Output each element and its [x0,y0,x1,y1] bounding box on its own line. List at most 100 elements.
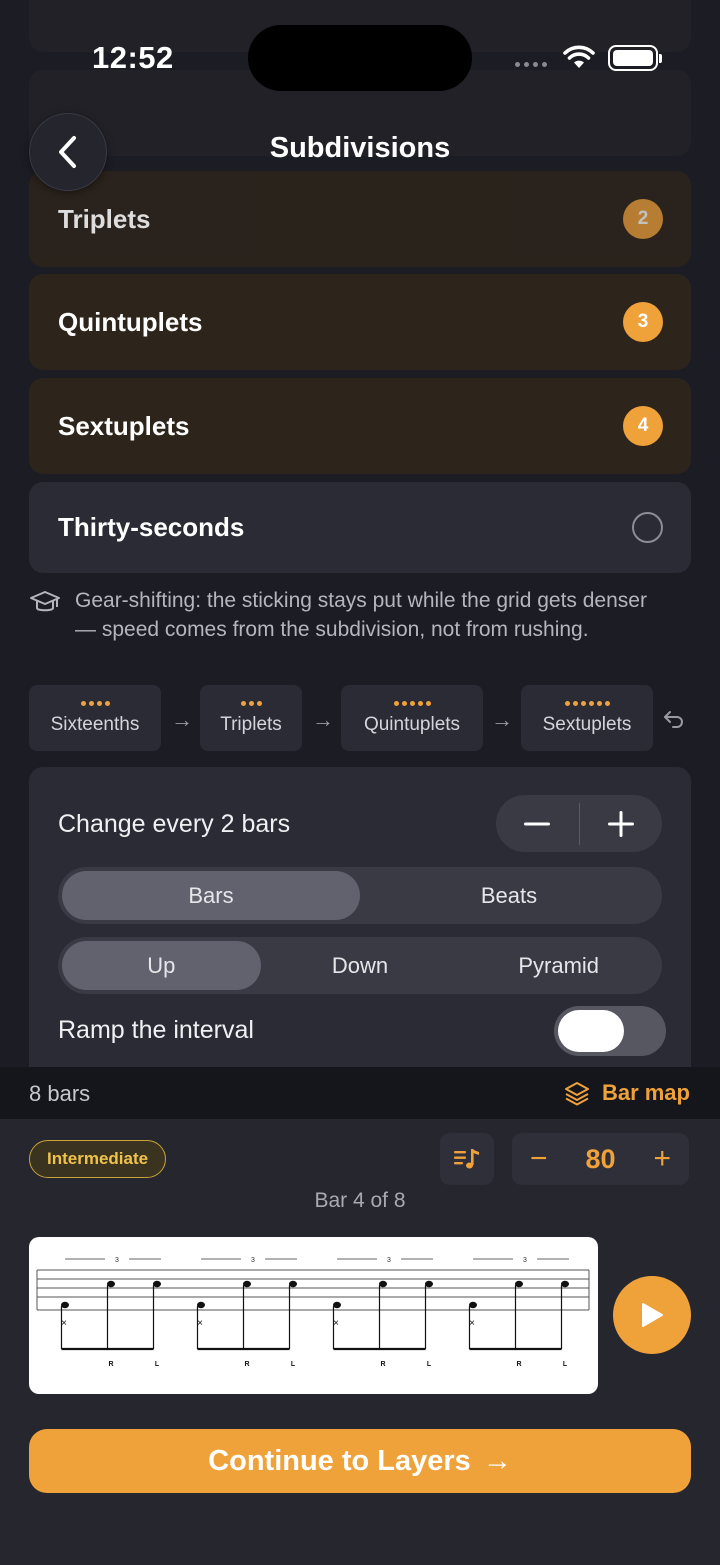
bar-position: Bar 4 of 8 [314,1189,406,1212]
ramp-toggle[interactable] [554,1006,666,1056]
accent-x-mark: × [469,1318,475,1329]
tempo-decrement-button[interactable]: − [530,1142,548,1176]
tempo-increment-button[interactable]: + [653,1142,671,1176]
subdivision-label: Thirty-seconds [58,512,245,542]
sticking-label: L [155,1361,160,1368]
accent-x-mark: × [61,1318,67,1329]
hint-text: Gear-shifting: the sticking stays put wh… [75,589,647,641]
unit-segmented-control: Bars Beats [58,867,662,924]
notation-settings-button[interactable] [440,1133,494,1185]
note-head [469,1301,477,1309]
status-bar: 12:52 [0,0,720,110]
bar-map-button[interactable]: Bar map [564,1080,690,1106]
tuplet-number: 3 [387,1257,391,1264]
chain-chip-triplets: Triplets [200,685,302,751]
bar-map-label: Bar map [601,1080,690,1105]
arrow-right-icon: → [491,707,513,732]
subdivision-item-sextuplets[interactable]: Sextuplets 4 [29,378,691,474]
progression-settings: Change every 2 bars Bars Beats Up Down P… [29,767,691,1067]
note-head [515,1280,523,1288]
bar-count: 8 bars [29,1081,91,1106]
cellular-signal-icon [515,62,547,67]
plus-icon [607,810,634,837]
direction-segmented-control: Up Down Pyramid [58,937,662,994]
dots-icon [564,700,610,706]
dots-icon [393,700,431,706]
sticking-label: R [244,1361,249,1368]
arrow-right-icon: → [171,707,193,732]
minus-icon [524,822,551,825]
order-badge: 2 [623,199,663,239]
note-head [289,1280,297,1288]
tempo-value: 80 [585,1143,616,1174]
cta-label: Continue to Layers [208,1444,471,1477]
summary-row: 8 bars Bar map [0,1067,720,1119]
interval-stepper [496,795,662,852]
music-list-icon [454,1149,479,1169]
sticking-label: L [427,1361,432,1368]
subdivision-label: Quintuplets [58,306,203,337]
sticking-label: R [516,1361,521,1368]
tuplet-number: 3 [251,1257,255,1264]
increment-button[interactable] [580,795,663,852]
chain-label: Triplets [220,713,282,735]
dots-icon [240,700,262,706]
order-badge: 3 [623,302,663,342]
segment-pyramid[interactable]: Pyramid [459,941,658,990]
graduation-cap-icon [30,591,60,612]
subdivision-label: Sextuplets [58,410,190,441]
level-badge: Intermediate [29,1140,167,1178]
decrement-button[interactable] [496,795,579,852]
nav-bar: Subdivisions [0,110,720,191]
drum-notation: 3 × R L 3 × R L 3 × R L 3 × R L [36,1257,590,1368]
loop-back-icon [664,711,683,728]
dynamic-island [248,25,472,91]
subdivision-chain: Sixteenths → Triplets → Quintuplets → Se… [29,685,691,751]
subdivision-item-quintuplets[interactable]: Quintuplets 3 [29,274,691,370]
chain-chip-quintuplets: Quintuplets [341,685,483,751]
accent-x-mark: × [333,1318,339,1329]
play-icon [642,1303,663,1327]
sticking-label: L [291,1361,296,1368]
battery-icon [608,45,662,71]
segment-down[interactable]: Down [261,941,460,990]
subdivision-item-thirty-seconds[interactable]: Thirty-seconds [29,482,691,573]
dots-icon [80,700,110,706]
segment-up[interactable]: Up [62,941,261,990]
change-interval-label: Change every 2 bars [58,810,291,838]
chain-chip-sixteenths: Sixteenths [29,685,161,751]
chain-chip-sextuplets: Sextuplets [521,685,653,751]
chain-label: Sextuplets [542,713,632,735]
status-time: 12:52 [92,40,174,75]
note-head [61,1301,69,1309]
ramp-label: Ramp the interval [58,1016,254,1044]
tuplet-number: 3 [523,1257,527,1264]
segment-beats[interactable]: Beats [360,871,658,920]
accent-x-mark: × [197,1318,203,1329]
sticking-label: R [380,1361,385,1368]
arrow-right-icon: → [312,707,334,732]
note-head [197,1301,205,1309]
page-title: Subdivisions [269,132,451,164]
notation-view: 3 × R L 3 × R L 3 × R L 3 × R L [29,1237,598,1394]
note-head [153,1280,161,1288]
sticking-label: R [108,1361,113,1368]
tempo-control: − 80 + [512,1133,689,1185]
segment-bars[interactable]: Bars [62,871,360,920]
hint: Gear-shifting: the sticking stays put wh… [29,586,669,644]
order-badge: 4 [623,406,663,446]
wifi-icon [563,45,595,68]
chain-label: Sixteenths [50,713,140,735]
note-head [333,1301,341,1309]
arrow-right-icon: → [482,1444,512,1477]
continue-to-layers-button[interactable]: Continue to Layers → [29,1429,691,1493]
chain-label: Quintuplets [363,713,461,735]
subdivision-label: Triplets [58,203,151,234]
player-panel: Intermediate − 80 + Bar 4 of 8 3 × R L 3… [0,1119,720,1565]
note-head [243,1280,251,1288]
play-button[interactable] [613,1276,691,1354]
note-head [561,1280,569,1288]
unselected-radio-icon [632,512,663,543]
note-head [379,1280,387,1288]
note-head [425,1280,433,1288]
